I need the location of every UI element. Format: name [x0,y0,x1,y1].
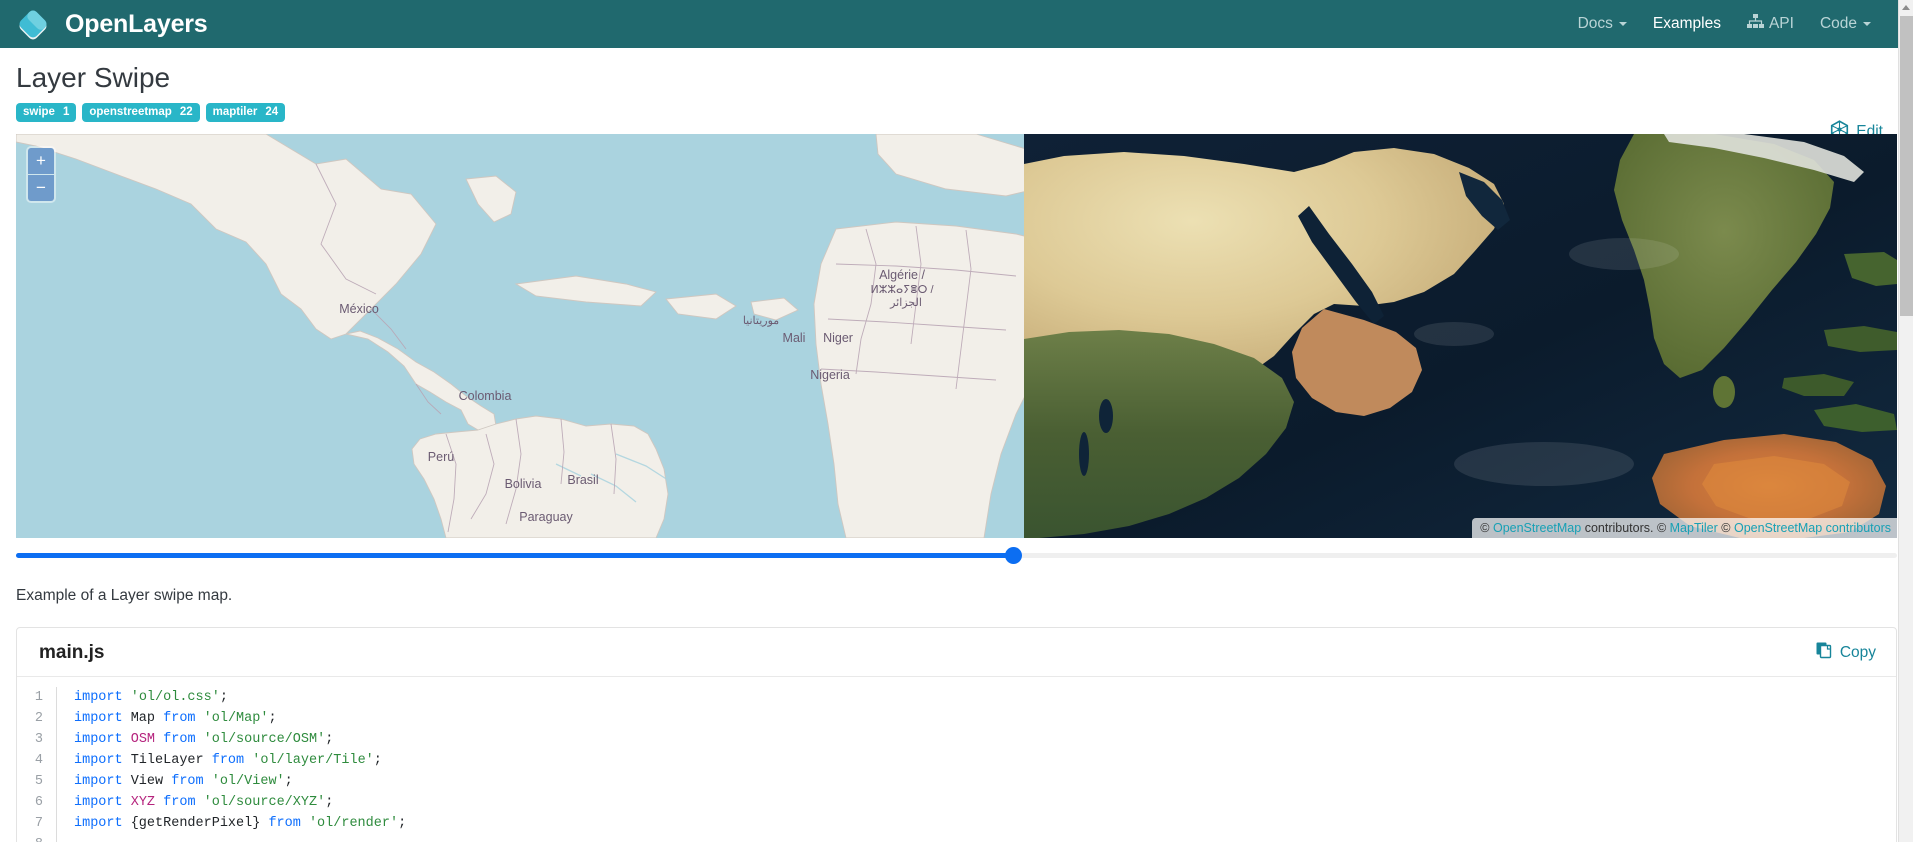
map-zoom-controls: + − [26,146,56,204]
top-navbar: OpenLayers Docs Examples API Code [0,0,1913,48]
map-layer-maptiler-satellite [1024,134,1897,539]
code-line-number: 2 [17,708,57,730]
swipe-slider-fill [16,553,1013,559]
nav-item-docs-label: Docs [1577,15,1613,32]
copy-icon [1815,641,1833,664]
tag-list: swipe 1 openstreetmap 22 maptiler 24 [16,103,1891,123]
attribution-osm-tail: contributors. [1581,521,1657,536]
sitemap-icon [1746,14,1764,34]
code-line-number: 1 [17,687,57,709]
tag-maptiler[interactable]: maptiler 24 [205,103,286,123]
map-label-bolivia: Bolivia [505,477,542,491]
copy-code-button[interactable]: Copy [1815,641,1876,664]
example-description: Example of a Layer swipe map. [16,587,233,605]
tag-openstreetmap-count: 22 [179,106,193,119]
nav-item-code[interactable]: Code [1820,15,1871,33]
swipe-slider[interactable] [16,547,1897,565]
navbar-links: Docs Examples API Code [1578,14,1891,34]
code-line-text: import OSM from 'ol/source/OSM'; [74,732,334,748]
code-line-text: import TileLayer from 'ol/layer/Tile'; [74,753,382,769]
source-filename: main.js [39,641,105,663]
code-line-number: 3 [17,729,57,751]
code-line: 6 import XYZ from 'ol/source/XYZ'; [17,792,1896,814]
source-code-body[interactable]: 1 import 'ol/ol.css'; 2 import Map from 'ol… [17,677,1896,842]
code-line-number: 7 [17,813,57,835]
nav-item-examples-label: Examples [1652,15,1721,32]
code-line-text: import XYZ from 'ol/source/XYZ'; [74,795,334,811]
zoom-out-button[interactable]: − [28,175,54,202]
scroll-up-arrow-icon[interactable] [1902,5,1910,10]
map-label-mauritania-arabic: موريتانيا [743,315,779,327]
attribution-sat-osm-link[interactable]: OpenStreetMap contributors [1734,521,1891,535]
osm-tiles: México Colombia Perú Brasil Bolivia Para… [16,134,1024,539]
source-code-header: main.js Copy [17,628,1896,678]
nav-item-docs[interactable]: Docs [1578,15,1627,33]
nav-item-api[interactable]: API [1746,14,1794,34]
attribution-osm-link[interactable]: OpenStreetMap [1493,521,1581,535]
code-line: 7 import {getRenderPixel} from 'ol/render… [17,813,1896,835]
nav-item-api-label: API [1768,15,1794,32]
code-line-number: 4 [17,750,57,772]
map-layer-openstreetmap: México Colombia Perú Brasil Bolivia Para… [16,134,1024,539]
tag-openstreetmap[interactable]: openstreetmap 22 [82,103,200,123]
tag-swipe-count: 1 [62,106,70,119]
map-label-algeria-arabic: الجزائر [889,297,922,309]
map-label-algerie: Algérie / [879,268,925,282]
brand-title: OpenLayers [65,9,208,38]
tag-maptiler-count: 24 [265,106,279,119]
code-line: 3 import OSM from 'ol/source/OSM'; [17,729,1896,751]
swipe-slider-thumb[interactable] [1004,547,1022,565]
code-line: 2 import Map from 'ol/Map'; [17,708,1896,730]
tag-openstreetmap-label: openstreetmap [89,106,172,119]
map-container[interactable]: México Colombia Perú Brasil Bolivia Para… [16,134,1897,539]
chevron-down-icon [1863,22,1871,26]
attribution-maptiler-link[interactable]: MapTiler [1670,521,1718,535]
map-label-brasil: Brasil [567,473,598,487]
code-line-text: import {getRenderPixel} from 'ol/render'… [74,816,407,832]
code-line-text: import 'ol/ol.css'; [74,690,228,706]
attribution-sat-copy: © [1717,521,1734,536]
map-label-peru: Perú [428,450,454,464]
page-title: Layer Swipe [16,62,171,93]
attribution-osm-copy: © [1480,521,1493,536]
map-label-colombia: Colombia [459,389,512,403]
code-line-number: 5 [17,771,57,793]
map-attribution: © OpenStreetMap contributors. © MapTiler… [1472,518,1897,539]
code-line-number: 8 [17,834,57,842]
map-label-algeria-tifinagh: ⵍⵣⵣⴰⵢⴻⵔ / [870,284,934,296]
code-line: 5 import View from 'ol/View'; [17,771,1896,793]
page-scrollbar[interactable] [1898,0,1913,842]
nav-item-code-label: Code [1819,15,1857,32]
tag-swipe[interactable]: swipe 1 [16,103,77,123]
map-label-nigeria: Nigeria [810,368,850,382]
code-line-text: import View from 'ol/View'; [74,774,293,790]
copy-code-label: Copy [1839,643,1876,661]
tag-swipe-label: swipe [23,106,55,119]
source-code-card: main.js Copy 1 import 'ol/ol.css'; 2 import… [16,627,1897,842]
code-line-number: 6 [17,792,57,814]
map-label-mexico: México [339,302,379,316]
code-line: 1 import 'ol/ol.css'; [17,687,1896,709]
chevron-down-icon [1618,22,1627,26]
attribution-maptiler-copy: © [1656,521,1670,536]
code-line-text: import Map from 'ol/Map'; [74,711,277,727]
map-label-mali: Mali [783,331,806,345]
scrollbar-thumb[interactable] [1900,16,1913,316]
tag-maptiler-label: maptiler [212,106,258,119]
satellite-tiles [1024,134,1897,539]
map-label-niger: Niger [823,331,853,345]
page-header: Layer Swipe swipe 1 openstreetmap 22 map… [0,48,1913,140]
zoom-in-button[interactable]: + [28,148,54,175]
brand-home-link[interactable]: OpenLayers [14,5,208,43]
code-line: 8 [17,834,1896,842]
map-label-paraguay: Paraguay [519,510,573,524]
code-line: 4 import TileLayer from 'ol/layer/Tile'; [17,750,1896,772]
openlayers-diamond-logo-icon [14,5,52,43]
nav-item-examples[interactable]: Examples [1653,15,1721,33]
